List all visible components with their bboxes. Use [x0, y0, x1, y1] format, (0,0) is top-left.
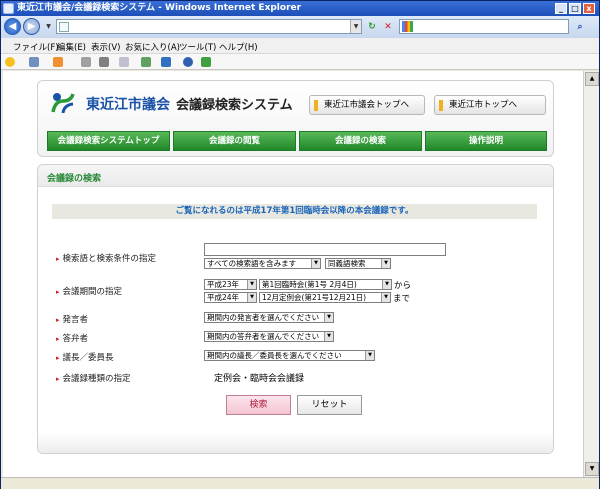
- link-marker-icon: [439, 100, 443, 111]
- keyword-condition-select[interactable]: すべての検索語を含みます ▼: [204, 258, 321, 269]
- mail-icon[interactable]: [81, 57, 91, 67]
- back-button[interactable]: ◀: [4, 18, 21, 35]
- type-value: 定例会・臨時会会議録: [214, 374, 305, 384]
- chevron-down-icon: ▼: [382, 280, 391, 289]
- notice-banner: ご覧になれるのは平成17年第1回臨時会以降の本会議録です。: [52, 204, 537, 219]
- council-name: 東近江市議会: [86, 97, 170, 113]
- chair-label: ▸ 議長／委員長: [56, 353, 114, 363]
- council-top-link[interactable]: 東近江市議会トップへ: [309, 95, 425, 115]
- period-label: ▸ 会議期間の指定: [56, 287, 123, 297]
- to-suffix: まで: [393, 294, 411, 304]
- system-name: 会議録検索システム: [176, 98, 293, 113]
- from-year-select[interactable]: 平成23年 ▼: [204, 279, 257, 290]
- speaker-select[interactable]: 期間内の発言者を選んでください ▼: [204, 312, 334, 323]
- from-suffix: から: [394, 281, 412, 291]
- address-input[interactable]: ▼: [56, 19, 362, 34]
- chevron-down-icon: ▼: [324, 313, 333, 322]
- forward-button[interactable]: ▶: [23, 18, 40, 35]
- minimize-button[interactable]: _: [555, 3, 567, 14]
- page-menu-icon[interactable]: [119, 57, 129, 67]
- chevron-down-icon: ▼: [247, 293, 256, 302]
- nav-tab-help[interactable]: 操作説明: [425, 131, 547, 151]
- chevron-down-icon: ▼: [365, 351, 374, 360]
- reset-button[interactable]: リセット: [297, 395, 362, 415]
- print-icon[interactable]: [99, 57, 109, 67]
- refresh-button[interactable]: ↻: [365, 20, 379, 34]
- title-bar: 東近江市議会/会議録検索システム - Windows Internet Expl…: [1, 1, 599, 16]
- answerer-select[interactable]: 期間内の答弁者を選んでください ▼: [204, 331, 334, 342]
- nav-tab-browse[interactable]: 会議録の閲覧: [173, 131, 296, 151]
- search-go-button[interactable]: ⌕: [573, 20, 587, 34]
- help-icon[interactable]: [183, 57, 193, 67]
- nav-tab-system-top[interactable]: 会議録検索システムトップ: [47, 131, 170, 151]
- chevron-down-icon: ▼: [324, 332, 333, 341]
- command-bar: [1, 54, 599, 70]
- menu-help[interactable]: ヘルプ(H): [219, 41, 258, 53]
- safety-icon[interactable]: [141, 57, 151, 67]
- search-panel: 会議録の検索 ご覧になれるのは平成17年第1回臨時会以降の本会議録です。 ▸ 検索…: [37, 164, 554, 454]
- stop-button[interactable]: ✕: [381, 20, 395, 34]
- menu-view[interactable]: 表示(V): [91, 41, 120, 53]
- home-icon[interactable]: [29, 57, 39, 67]
- research-icon[interactable]: [201, 57, 211, 67]
- window-title: 東近江市議会/会議録検索システム - Windows Internet Expl…: [17, 3, 302, 13]
- keyword-input[interactable]: [204, 243, 446, 256]
- page-icon: [59, 22, 69, 32]
- speaker-label: ▸ 発言者: [56, 315, 89, 325]
- type-label: ▸ 会議録種類の指定: [56, 374, 131, 384]
- chair-select[interactable]: 期間内の議長／委員長を選んでください ▼: [204, 350, 375, 361]
- menu-tools[interactable]: ツール(T): [179, 41, 216, 53]
- synonym-select[interactable]: 同義語検索 ▼: [325, 258, 391, 269]
- scroll-down-icon[interactable]: ▼: [585, 462, 599, 476]
- close-button[interactable]: x: [583, 3, 595, 14]
- ie-icon: [3, 3, 14, 14]
- keyword-label: ▸ 検索語と検索条件の指定: [56, 254, 157, 264]
- panel-footer: [38, 433, 553, 453]
- site-header: 東近江市議会 会議録検索システム 東近江市議会トップへ 東近江市トップへ 会議録…: [37, 80, 554, 157]
- maximize-button[interactable]: □: [569, 3, 581, 14]
- chevron-down-icon: ▼: [247, 280, 256, 289]
- nav-tab-search[interactable]: 会議録の検索: [299, 131, 422, 151]
- chevron-down-icon: ▼: [381, 293, 390, 302]
- scroll-up-icon[interactable]: ▲: [585, 72, 599, 86]
- from-session-select[interactable]: 第1回臨時会(第1号 2月4日) ▼: [259, 279, 392, 290]
- city-logo-icon: [51, 93, 75, 114]
- google-logo-icon: [402, 21, 413, 32]
- answerer-label: ▸ 答弁者: [56, 334, 89, 344]
- vertical-scrollbar[interactable]: ▲ ▼: [583, 71, 599, 477]
- link-marker-icon: [314, 100, 318, 111]
- chevron-down-icon: ▼: [381, 259, 390, 268]
- search-button[interactable]: 検索: [226, 395, 291, 415]
- to-year-select[interactable]: 平成24年 ▼: [204, 292, 257, 303]
- city-top-link[interactable]: 東近江市トップへ: [434, 95, 546, 115]
- browser-window: 東近江市議会/会議録検索システム - Windows Internet Expl…: [0, 0, 600, 489]
- feeds-icon[interactable]: [53, 57, 63, 67]
- address-bar-row: ◀ ▶ ▼ ▼ ↻ ✕ ⌕: [1, 16, 599, 38]
- menu-edit[interactable]: 編集(E): [57, 41, 86, 53]
- menu-file[interactable]: ファイル(F): [13, 41, 59, 53]
- address-dropdown-icon[interactable]: ▼: [350, 20, 361, 33]
- search-input[interactable]: [399, 19, 569, 34]
- to-session-select[interactable]: 12月定例会(第21号12月21日) ▼: [259, 292, 391, 303]
- panel-title: 会議録の検索: [47, 174, 102, 184]
- menu-bar: ファイル(F) 編集(E) 表示(V) お気に入り(A) ツール(T) ヘルプ(…: [1, 38, 599, 54]
- page-viewport: 東近江市議会 会議録検索システム 東近江市議会トップへ 東近江市トップへ 会議録…: [3, 71, 583, 477]
- panel-header: 会議録の検索: [38, 165, 553, 187]
- status-bar: [1, 477, 599, 489]
- tools-icon[interactable]: [161, 57, 171, 67]
- history-dropdown-icon[interactable]: ▼: [43, 20, 54, 33]
- favorites-star-icon[interactable]: [5, 57, 15, 67]
- menu-favorites[interactable]: お気に入り(A): [125, 41, 180, 53]
- chevron-down-icon: ▼: [311, 259, 320, 268]
